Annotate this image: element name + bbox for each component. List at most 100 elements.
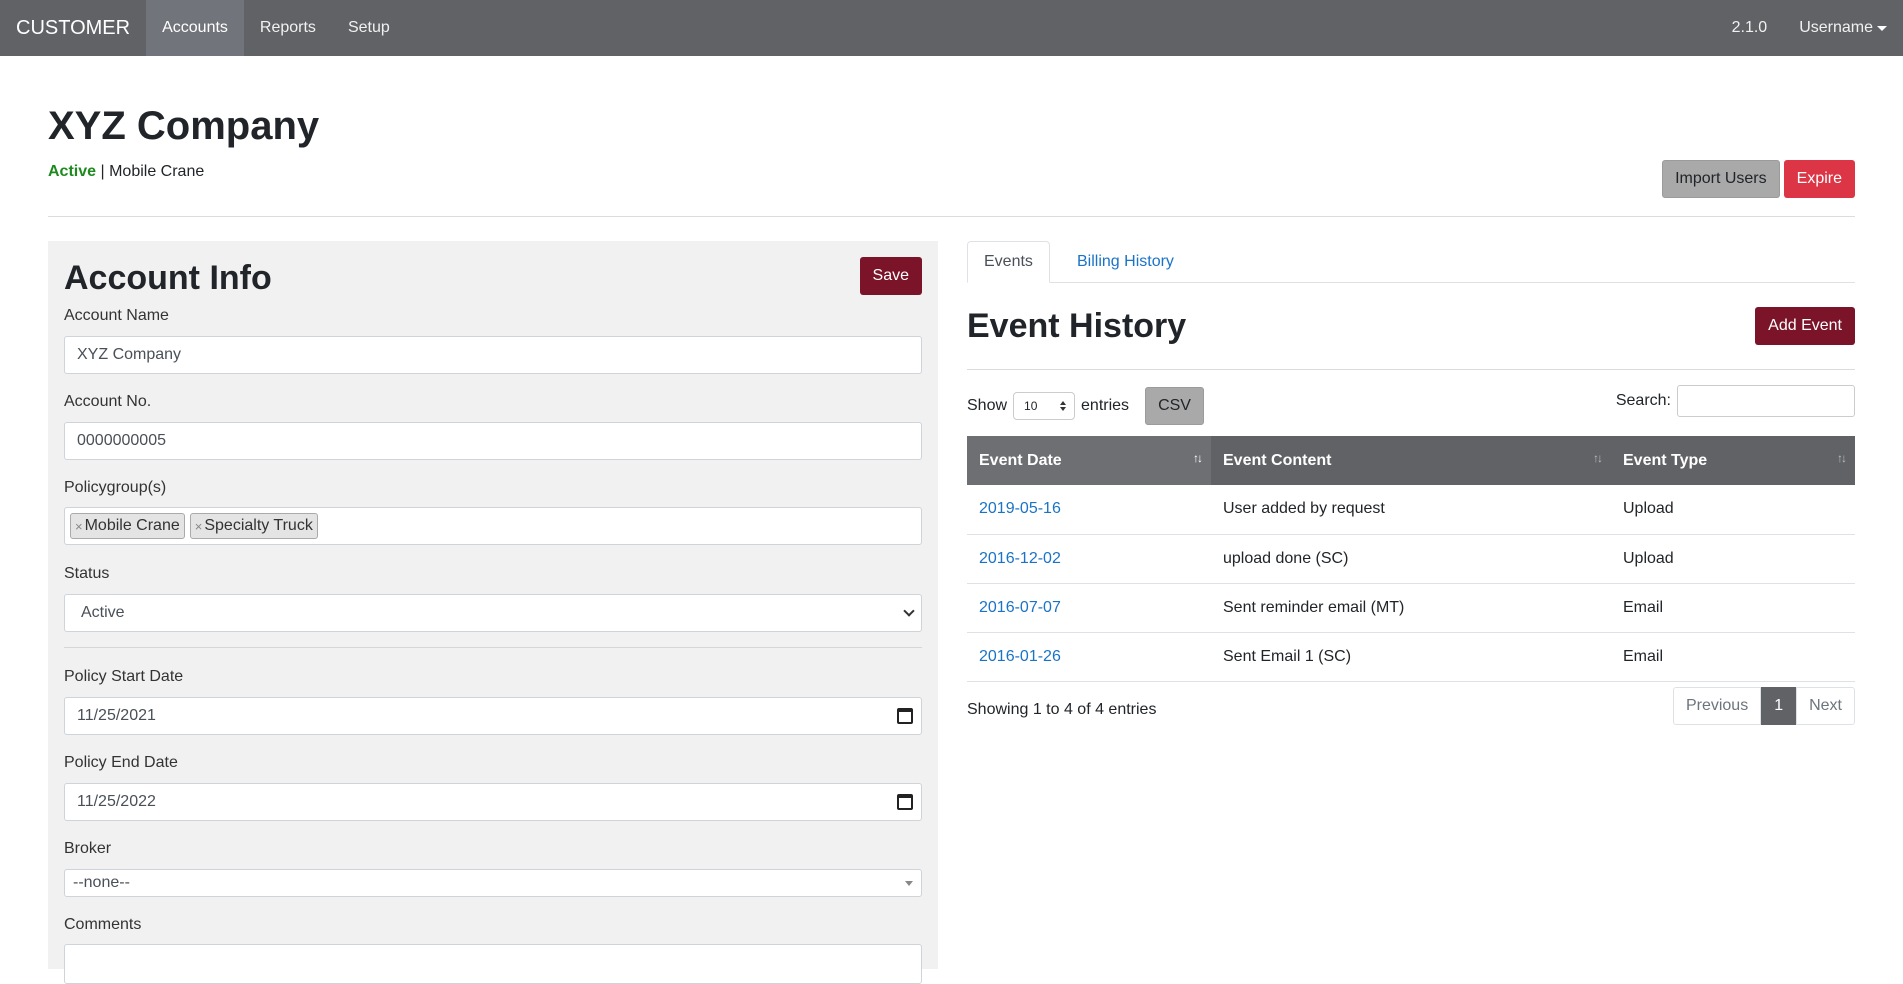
account-number-label: Account No.	[64, 393, 152, 410]
caret-down-icon	[1877, 25, 1887, 31]
remove-tag-icon[interactable]: ×	[195, 519, 203, 534]
tab-billing-history[interactable]: Billing History	[1061, 241, 1190, 283]
account-info-panel: Account Info Save Account Name XYZ Compa…	[48, 241, 938, 984]
pagination: Previous 1 Next	[1672, 687, 1855, 725]
policygroup-tag[interactable]: × Specialty Truck	[189, 513, 318, 539]
previous-page-button[interactable]: Previous	[1672, 687, 1762, 725]
username-label: Username	[1799, 19, 1873, 36]
policygroups-multiselect[interactable]: × Mobile Crane × Specialty Truck	[64, 507, 922, 545]
page-length-select[interactable]: 10	[1013, 392, 1076, 420]
event-history-title: Event History	[967, 307, 1187, 345]
add-event-button[interactable]: Add Event	[1755, 307, 1855, 345]
table-row: 2016-12-02 upload done (SC) Upload	[967, 534, 1855, 584]
updown-arrows-icon	[1060, 401, 1067, 411]
column-header-event-type[interactable]: Event Type ↑↓	[1611, 436, 1855, 485]
csv-export-button[interactable]: CSV	[1145, 387, 1204, 425]
policygroup-tag-label: Specialty Truck	[204, 517, 313, 534]
column-header-event-date[interactable]: Event Date ↑↓	[967, 436, 1211, 485]
event-date-link[interactable]: 2016-01-26	[979, 648, 1061, 665]
event-type-cell: Email	[1611, 583, 1855, 633]
policy-end-label: Policy End Date	[64, 754, 178, 771]
table-row: 2016-01-26 Sent Email 1 (SC) Email	[967, 632, 1855, 682]
event-type-cell: Email	[1611, 632, 1855, 682]
nav-setup[interactable]: Setup	[332, 0, 406, 56]
account-info-title: Account Info	[64, 259, 272, 297]
column-label: Event Type	[1623, 451, 1708, 469]
policy-end-value: 11/25/2022	[77, 793, 156, 810]
event-content-cell: User added by request	[1211, 485, 1611, 535]
account-name-field[interactable]: XYZ Company	[64, 336, 922, 374]
column-label: Event Date	[979, 451, 1062, 469]
page-length-value: 10	[1024, 399, 1038, 413]
status-text: Active	[48, 163, 97, 180]
policy-end-date-input[interactable]: 11/25/2022	[64, 783, 922, 821]
broker-label: Broker	[64, 840, 112, 857]
search-label: Search:	[1615, 392, 1671, 409]
search-input[interactable]	[1677, 385, 1855, 417]
calendar-icon[interactable]	[897, 794, 913, 810]
status-label: Status	[64, 565, 110, 582]
show-label: Show	[967, 397, 1008, 414]
account-subtitle: Active | Mobile Crane	[48, 163, 204, 181]
broker-select[interactable]: --none--	[64, 869, 922, 897]
account-name-label: Account Name	[64, 307, 169, 324]
nav-reports[interactable]: Reports	[244, 0, 332, 56]
events-table: Event Date ↑↓ Event Content ↑↓ Event Typ…	[967, 436, 1855, 682]
header-actions: Import Users Expire	[1662, 160, 1855, 198]
panel-divider	[64, 647, 922, 648]
event-date-link[interactable]: 2019-05-16	[979, 500, 1061, 517]
nav-accounts[interactable]: Accounts	[146, 0, 244, 56]
policy-start-value: 11/25/2021	[77, 707, 156, 724]
event-content-cell: upload done (SC)	[1211, 534, 1611, 584]
events-divider	[967, 369, 1855, 370]
chevron-down-icon	[903, 605, 915, 617]
tab-events[interactable]: Events	[967, 241, 1050, 283]
app-version: 2.1.0	[1731, 19, 1768, 36]
comments-textarea[interactable]	[64, 944, 922, 984]
policy-start-label: Policy Start Date	[64, 668, 184, 685]
expire-button[interactable]: Expire	[1783, 160, 1855, 198]
account-number-field[interactable]: 0000000005	[64, 422, 922, 460]
tab-bar: Events Billing History	[967, 241, 1855, 283]
table-row: 2019-05-16 User added by request Upload	[967, 485, 1855, 535]
sort-desc-icon: ↑↓	[1193, 451, 1203, 465]
comments-label: Comments	[64, 916, 142, 933]
event-date-link[interactable]: 2016-12-02	[979, 550, 1061, 567]
save-button[interactable]: Save	[859, 257, 922, 295]
table-search: Search:	[1616, 385, 1855, 417]
entries-label: entries	[1081, 397, 1130, 414]
next-page-button[interactable]: Next	[1796, 687, 1855, 725]
event-date-link[interactable]: 2016-07-07	[979, 599, 1061, 616]
status-select-value: Active	[81, 604, 125, 621]
policygroup-text: Mobile Crane	[109, 163, 205, 180]
column-header-event-content[interactable]: Event Content ↑↓	[1211, 436, 1611, 485]
column-label: Event Content	[1223, 451, 1332, 469]
page-title: XYZ Company	[48, 104, 320, 148]
event-content-cell: Sent reminder email (MT)	[1211, 583, 1611, 633]
sort-icon: ↑↓	[1837, 451, 1847, 465]
event-type-cell: Upload	[1611, 485, 1855, 535]
table-info: Showing 1 to 4 of 4 entries	[967, 701, 1157, 718]
header-divider	[48, 216, 1855, 217]
dropdown-arrow-icon	[905, 880, 913, 886]
top-navbar: CUSTOMER Accounts Reports Setup 2.1.0 Us…	[0, 0, 1903, 56]
navbar-right: 2.1.0 Username	[1716, 19, 1903, 37]
policygroup-tag-label: Mobile Crane	[84, 517, 180, 534]
import-users-button[interactable]: Import Users	[1662, 160, 1780, 198]
remove-tag-icon[interactable]: ×	[75, 519, 83, 534]
user-menu[interactable]: Username	[1783, 19, 1903, 37]
sort-icon: ↑↓	[1593, 451, 1603, 465]
brand-logo[interactable]: CUSTOMER	[0, 17, 146, 40]
table-length-control: Show 10 entries CSV	[967, 387, 1204, 425]
policy-start-date-input[interactable]: 11/25/2021	[64, 697, 922, 735]
policygroup-tag[interactable]: × Mobile Crane	[70, 513, 185, 539]
table-row: 2016-07-07 Sent reminder email (MT) Emai…	[967, 583, 1855, 633]
event-content-cell: Sent Email 1 (SC)	[1211, 632, 1611, 682]
policygroups-label: Policygroup(s)	[64, 479, 167, 496]
table-header-row: Event Date ↑↓ Event Content ↑↓ Event Typ…	[967, 436, 1855, 485]
broker-select-value: --none--	[73, 874, 130, 891]
event-type-cell: Upload	[1611, 534, 1855, 584]
status-select[interactable]: Active	[64, 594, 922, 632]
calendar-icon[interactable]	[897, 708, 913, 724]
page-1-button[interactable]: 1	[1761, 687, 1797, 725]
